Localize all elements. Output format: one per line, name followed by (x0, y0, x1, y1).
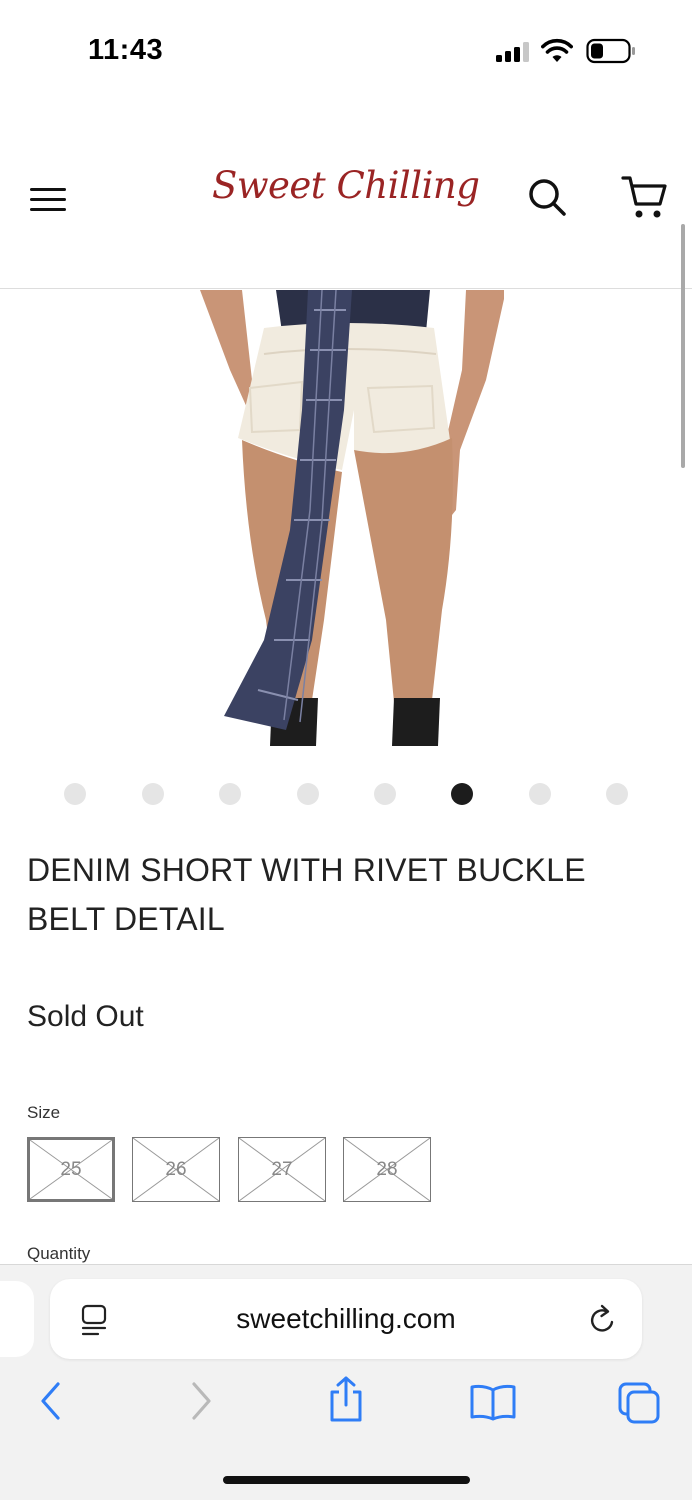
cart-icon[interactable] (620, 172, 668, 222)
carousel-dot[interactable] (529, 783, 551, 805)
carousel-dot[interactable] (142, 783, 164, 805)
search-icon[interactable] (526, 176, 568, 218)
previous-tab-preview[interactable] (0, 1281, 34, 1357)
forward-icon[interactable] (188, 1381, 214, 1421)
site-header: Sweet Chilling (0, 140, 692, 250)
page-scrollbar[interactable] (681, 224, 685, 468)
status-time: 11:43 (88, 34, 164, 66)
product-photo-illustration (200, 290, 504, 746)
bookmarks-icon[interactable] (469, 1383, 517, 1421)
size-option-26[interactable]: 26 (132, 1137, 220, 1202)
address-bar[interactable]: sweetchilling.com (50, 1279, 642, 1359)
url-text: sweetchilling.com (236, 1303, 456, 1334)
size-label: Size (27, 1103, 61, 1122)
site-logo[interactable]: Sweet Chilling (212, 164, 480, 207)
carousel-dot[interactable] (219, 783, 241, 805)
size-option-27[interactable]: 27 (238, 1137, 326, 1202)
size-option-25[interactable]: 25 (27, 1137, 115, 1202)
browser-bottom-bar: sweetchilling.com (0, 1264, 692, 1500)
size-option-28[interactable]: 28 (343, 1137, 431, 1202)
size-option-label: 25 (60, 1158, 82, 1180)
size-selector: 25 26 27 28 (27, 1137, 447, 1203)
product-image[interactable] (194, 290, 504, 746)
carousel-dot[interactable] (297, 783, 319, 805)
cellular-signal-icon (496, 42, 529, 62)
status-bar: 11:43 (0, 0, 692, 100)
size-option-label: 26 (165, 1158, 187, 1180)
carousel-dot[interactable] (606, 783, 628, 805)
carousel-dot-active[interactable] (451, 783, 473, 805)
header-divider (0, 288, 692, 289)
hamburger-menu-icon[interactable] (30, 184, 68, 214)
quantity-label: Quantity (27, 1244, 91, 1263)
carousel-pagination (0, 783, 692, 807)
back-icon[interactable] (38, 1381, 64, 1421)
share-icon[interactable] (326, 1375, 366, 1423)
size-option-label: 27 (271, 1158, 293, 1180)
battery-icon (586, 38, 635, 64)
size-option-label: 28 (376, 1158, 398, 1180)
reload-icon[interactable] (588, 1303, 618, 1335)
tabs-icon[interactable] (617, 1381, 661, 1425)
wifi-icon (541, 38, 573, 62)
carousel-dot[interactable] (374, 783, 396, 805)
stock-status: Sold Out (27, 1000, 144, 1033)
home-indicator (223, 1476, 470, 1484)
carousel-dot[interactable] (64, 783, 86, 805)
product-title: DENIM SHORT WITH RIVET BUCKLE BELT DETAI… (27, 852, 586, 937)
